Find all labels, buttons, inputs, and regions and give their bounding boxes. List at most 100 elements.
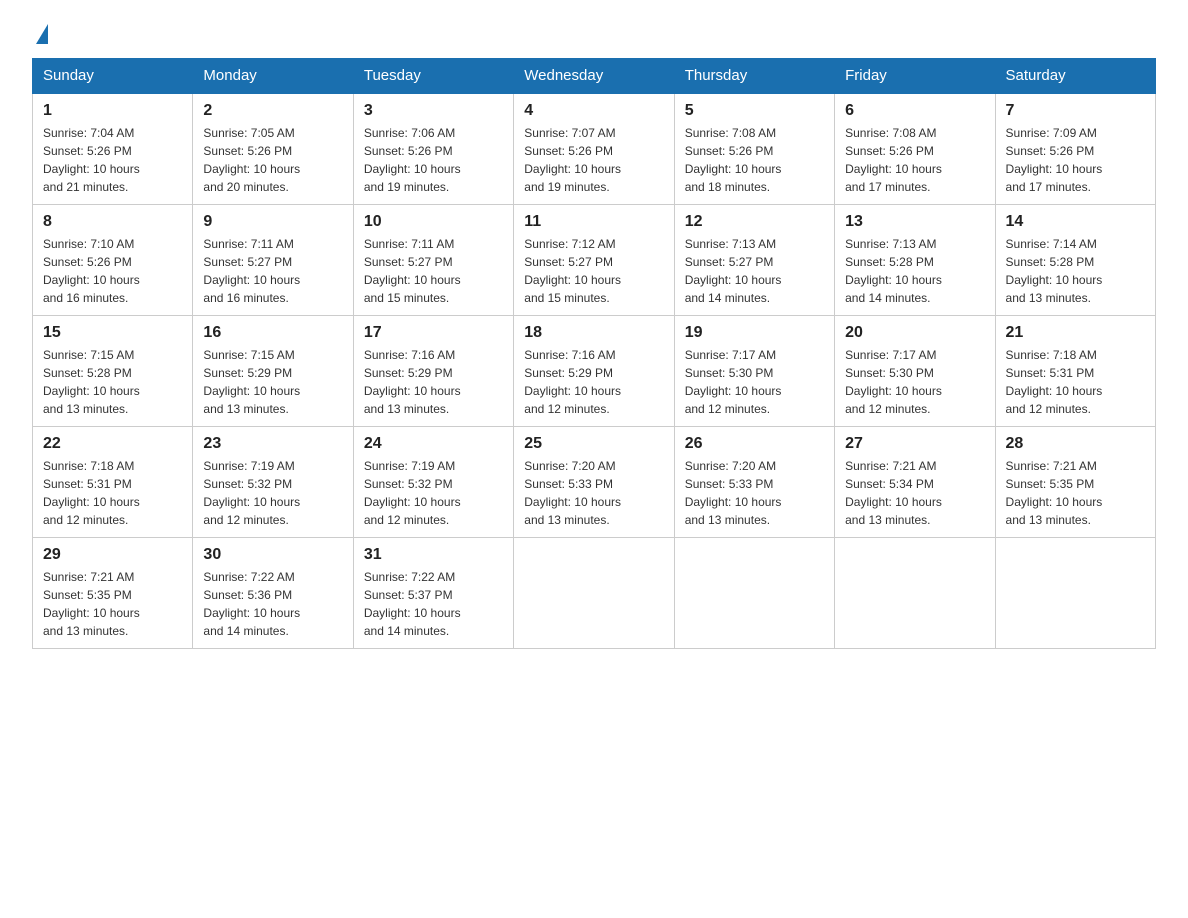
calendar-cell: 23 Sunrise: 7:19 AMSunset: 5:32 PMDayligh… — [193, 427, 353, 538]
calendar-cell — [835, 538, 995, 649]
calendar-cell: 12 Sunrise: 7:13 AMSunset: 5:27 PMDayligh… — [674, 205, 834, 316]
day-number: 29 — [43, 546, 182, 564]
day-number: 12 — [685, 213, 824, 231]
calendar-cell: 3Sunrise: 7:06 AMSunset: 5:26 PMDaylight… — [353, 93, 513, 205]
logo — [32, 24, 48, 42]
day-number: 20 — [845, 324, 984, 342]
calendar-week-row: 22 Sunrise: 7:18 AMSunset: 5:31 PMDayligh… — [33, 427, 1156, 538]
calendar-cell: 26 Sunrise: 7:20 AMSunset: 5:33 PMDayligh… — [674, 427, 834, 538]
page-header — [32, 24, 1156, 42]
day-number: 7 — [1006, 102, 1145, 120]
calendar-cell: 16 Sunrise: 7:15 AMSunset: 5:29 PMDayligh… — [193, 316, 353, 427]
day-info: Sunrise: 7:21 AMSunset: 5:35 PMDaylight:… — [1006, 457, 1145, 529]
calendar-cell: 20 Sunrise: 7:17 AMSunset: 5:30 PMDayligh… — [835, 316, 995, 427]
day-number: 26 — [685, 435, 824, 453]
day-info: Sunrise: 7:18 AMSunset: 5:31 PMDaylight:… — [43, 457, 182, 529]
col-header-monday: Monday — [193, 59, 353, 94]
calendar-cell: 14Sunrise: 7:14 AMSunset: 5:28 PMDayligh… — [995, 205, 1155, 316]
day-info: Sunrise: 7:19 AMSunset: 5:32 PMDaylight:… — [364, 457, 503, 529]
day-number: 15 — [43, 324, 182, 342]
day-number: 28 — [1006, 435, 1145, 453]
calendar-cell: 9 Sunrise: 7:11 AMSunset: 5:27 PMDaylight… — [193, 205, 353, 316]
day-number: 9 — [203, 213, 342, 231]
calendar-cell: 13 Sunrise: 7:13 AMSunset: 5:28 PMDayligh… — [835, 205, 995, 316]
day-info: Sunrise: 7:08 AMSunset: 5:26 PMDaylight:… — [845, 124, 984, 196]
col-header-sunday: Sunday — [33, 59, 193, 94]
day-number: 30 — [203, 546, 342, 564]
calendar-cell: 2 Sunrise: 7:05 AMSunset: 5:26 PMDaylight… — [193, 93, 353, 205]
calendar-cell: 21Sunrise: 7:18 AMSunset: 5:31 PMDayligh… — [995, 316, 1155, 427]
calendar-week-row: 8 Sunrise: 7:10 AMSunset: 5:26 PMDaylight… — [33, 205, 1156, 316]
calendar-cell: 8 Sunrise: 7:10 AMSunset: 5:26 PMDaylight… — [33, 205, 193, 316]
day-info: Sunrise: 7:20 AMSunset: 5:33 PMDaylight:… — [524, 457, 663, 529]
day-number: 2 — [203, 102, 342, 120]
calendar-cell: 28 Sunrise: 7:21 AMSunset: 5:35 PMDayligh… — [995, 427, 1155, 538]
col-header-saturday: Saturday — [995, 59, 1155, 94]
day-info: Sunrise: 7:09 AMSunset: 5:26 PMDaylight:… — [1006, 124, 1145, 196]
day-info: Sunrise: 7:15 AMSunset: 5:29 PMDaylight:… — [203, 346, 342, 418]
day-number: 14 — [1006, 213, 1145, 231]
calendar-cell: 19 Sunrise: 7:17 AMSunset: 5:30 PMDayligh… — [674, 316, 834, 427]
day-info: Sunrise: 7:10 AMSunset: 5:26 PMDaylight:… — [43, 235, 182, 307]
day-info: Sunrise: 7:18 AMSunset: 5:31 PMDaylight:… — [1006, 346, 1145, 418]
day-info: Sunrise: 7:12 AMSunset: 5:27 PMDaylight:… — [524, 235, 663, 307]
day-number: 13 — [845, 213, 984, 231]
day-info: Sunrise: 7:13 AMSunset: 5:27 PMDaylight:… — [685, 235, 824, 307]
day-info: Sunrise: 7:21 AMSunset: 5:34 PMDaylight:… — [845, 457, 984, 529]
day-number: 17 — [364, 324, 503, 342]
day-number: 16 — [203, 324, 342, 342]
day-info: Sunrise: 7:20 AMSunset: 5:33 PMDaylight:… — [685, 457, 824, 529]
calendar-cell: 1 Sunrise: 7:04 AMSunset: 5:26 PMDaylight… — [33, 93, 193, 205]
calendar-cell — [674, 538, 834, 649]
calendar-week-row: 1 Sunrise: 7:04 AMSunset: 5:26 PMDaylight… — [33, 93, 1156, 205]
calendar-cell: 5 Sunrise: 7:08 AMSunset: 5:26 PMDaylight… — [674, 93, 834, 205]
calendar-cell: 22 Sunrise: 7:18 AMSunset: 5:31 PMDayligh… — [33, 427, 193, 538]
day-number: 4 — [524, 102, 663, 120]
logo-triangle-icon — [36, 24, 48, 44]
calendar-cell: 11Sunrise: 7:12 AMSunset: 5:27 PMDayligh… — [514, 205, 674, 316]
calendar-cell: 31 Sunrise: 7:22 AMSunset: 5:37 PMDayligh… — [353, 538, 513, 649]
calendar-table: SundayMondayTuesdayWednesdayThursdayFrid… — [32, 58, 1156, 649]
day-number: 5 — [685, 102, 824, 120]
day-info: Sunrise: 7:11 AMSunset: 5:27 PMDaylight:… — [364, 235, 503, 307]
day-info: Sunrise: 7:19 AMSunset: 5:32 PMDaylight:… — [203, 457, 342, 529]
day-info: Sunrise: 7:17 AMSunset: 5:30 PMDaylight:… — [845, 346, 984, 418]
calendar-cell: 7 Sunrise: 7:09 AMSunset: 5:26 PMDaylight… — [995, 93, 1155, 205]
day-number: 8 — [43, 213, 182, 231]
calendar-cell: 6Sunrise: 7:08 AMSunset: 5:26 PMDaylight… — [835, 93, 995, 205]
calendar-cell: 30Sunrise: 7:22 AMSunset: 5:36 PMDayligh… — [193, 538, 353, 649]
day-number: 25 — [524, 435, 663, 453]
calendar-cell: 27 Sunrise: 7:21 AMSunset: 5:34 PMDayligh… — [835, 427, 995, 538]
day-number: 22 — [43, 435, 182, 453]
day-info: Sunrise: 7:15 AMSunset: 5:28 PMDaylight:… — [43, 346, 182, 418]
calendar-week-row: 15 Sunrise: 7:15 AMSunset: 5:28 PMDayligh… — [33, 316, 1156, 427]
day-info: Sunrise: 7:13 AMSunset: 5:28 PMDaylight:… — [845, 235, 984, 307]
day-info: Sunrise: 7:21 AMSunset: 5:35 PMDaylight:… — [43, 568, 182, 640]
day-info: Sunrise: 7:08 AMSunset: 5:26 PMDaylight:… — [685, 124, 824, 196]
day-info: Sunrise: 7:16 AMSunset: 5:29 PMDaylight:… — [364, 346, 503, 418]
calendar-cell: 24 Sunrise: 7:19 AMSunset: 5:32 PMDayligh… — [353, 427, 513, 538]
calendar-cell: 29 Sunrise: 7:21 AMSunset: 5:35 PMDayligh… — [33, 538, 193, 649]
day-info: Sunrise: 7:04 AMSunset: 5:26 PMDaylight:… — [43, 124, 182, 196]
day-number: 27 — [845, 435, 984, 453]
day-info: Sunrise: 7:11 AMSunset: 5:27 PMDaylight:… — [203, 235, 342, 307]
calendar-cell: 17 Sunrise: 7:16 AMSunset: 5:29 PMDayligh… — [353, 316, 513, 427]
col-header-friday: Friday — [835, 59, 995, 94]
day-number: 18 — [524, 324, 663, 342]
day-number: 24 — [364, 435, 503, 453]
day-number: 3 — [364, 102, 503, 120]
day-info: Sunrise: 7:17 AMSunset: 5:30 PMDaylight:… — [685, 346, 824, 418]
day-number: 19 — [685, 324, 824, 342]
calendar-cell: 18Sunrise: 7:16 AMSunset: 5:29 PMDayligh… — [514, 316, 674, 427]
calendar-week-row: 29 Sunrise: 7:21 AMSunset: 5:35 PMDayligh… — [33, 538, 1156, 649]
day-number: 31 — [364, 546, 503, 564]
day-number: 23 — [203, 435, 342, 453]
day-info: Sunrise: 7:22 AMSunset: 5:37 PMDaylight:… — [364, 568, 503, 640]
calendar-cell: 25 Sunrise: 7:20 AMSunset: 5:33 PMDayligh… — [514, 427, 674, 538]
day-number: 1 — [43, 102, 182, 120]
calendar-cell: 4Sunrise: 7:07 AMSunset: 5:26 PMDaylight… — [514, 93, 674, 205]
day-number: 10 — [364, 213, 503, 231]
calendar-cell: 10 Sunrise: 7:11 AMSunset: 5:27 PMDayligh… — [353, 205, 513, 316]
day-info: Sunrise: 7:05 AMSunset: 5:26 PMDaylight:… — [203, 124, 342, 196]
calendar-cell — [995, 538, 1155, 649]
